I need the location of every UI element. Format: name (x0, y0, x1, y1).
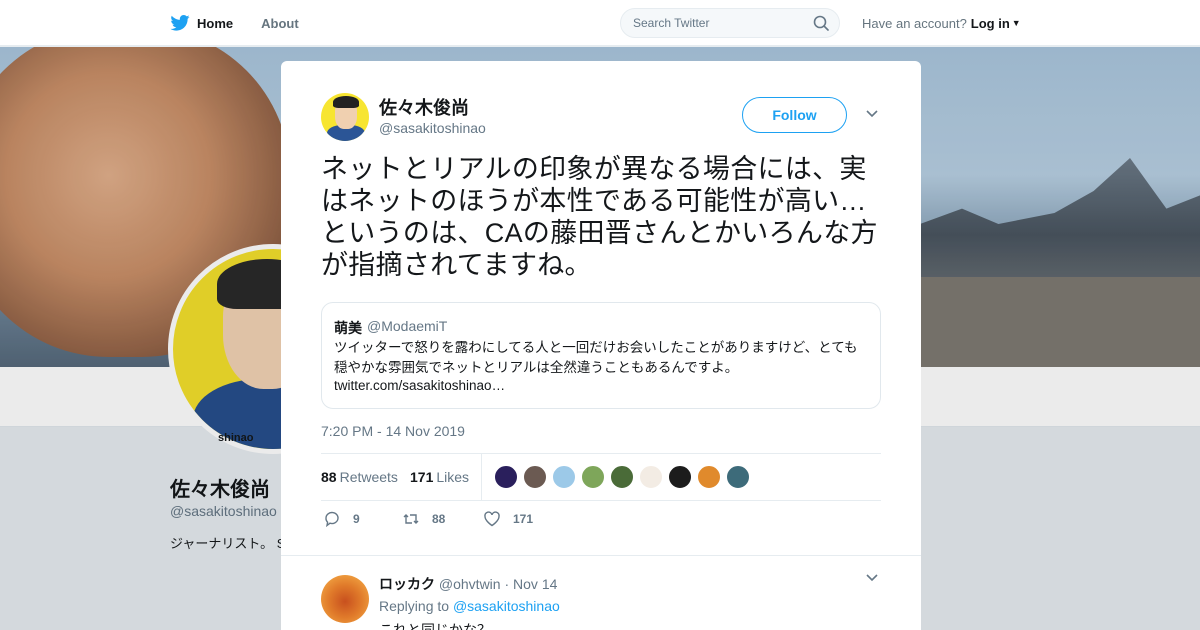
likes-stat[interactable]: 171 Likes (410, 469, 469, 485)
tweet-actions: 9 88 171 (321, 510, 721, 534)
liker-avatar[interactable] (726, 465, 750, 489)
reply-header: ロッカク @ohvtwin · Nov 14 (379, 574, 557, 594)
reply-author-avatar[interactable] (321, 575, 369, 623)
chevron-down-icon[interactable] (865, 108, 879, 120)
liker-avatar[interactable] (523, 465, 547, 489)
liker-avatar[interactable] (552, 465, 576, 489)
replying-to: Replying to @sasakitoshinao (379, 598, 560, 614)
reply-separator: · (504, 576, 510, 592)
retweets-stat[interactable]: 88 Retweets (321, 469, 398, 485)
tweet-timestamp[interactable]: 7:20 PM - 14 Nov 2019 (321, 423, 465, 439)
tweet-text: ネットとリアルの印象が異なる場合には、実はネットのほうが本性である可能性が高い…… (321, 154, 878, 280)
caret-down-icon[interactable]: ▼ (1012, 18, 1021, 28)
reply-date[interactable]: Nov 14 (513, 576, 557, 592)
top-navigation: Home About Have an account? Log in ▼ (0, 0, 1200, 46)
likes-count: 171 (410, 469, 434, 485)
liker-avatar[interactable] (668, 465, 692, 489)
account-prompt: Have an account? (862, 15, 967, 31)
like-action[interactable]: 171 (483, 510, 533, 528)
liker-avatar[interactable] (697, 465, 721, 489)
nav-home-label: Home (197, 15, 234, 31)
liker-avatar[interactable] (610, 465, 634, 489)
liker-avatar[interactable] (581, 465, 605, 489)
liker-avatar[interactable] (639, 465, 663, 489)
account-area: Have an account? Log in ▼ (862, 0, 1021, 46)
nav-left: Home About (170, 0, 327, 46)
search-box (620, 8, 840, 38)
quote-author-handle: @ModaemiT (367, 318, 448, 334)
nav-about-label: About (261, 15, 299, 31)
quote-text: ツイッターで怒りを露わにしてる人と一回だけお会いしたことがありますけど、とても穏… (334, 340, 858, 375)
close-icon[interactable] (1152, 10, 1180, 38)
search-input[interactable] (621, 9, 801, 37)
retweet-icon (403, 514, 419, 524)
tweet-modal: 佐々木俊尚 @sasakitoshinao Follow ネットとリアルの印象が… (281, 61, 921, 630)
search-icon[interactable] (813, 15, 829, 31)
nav-home-link[interactable]: Home (170, 15, 233, 31)
chevron-down-icon[interactable] (865, 572, 879, 584)
author-name[interactable]: 佐々木俊尚 (379, 94, 469, 120)
likes-label: Likes (436, 469, 470, 485)
twitter-bird-icon (170, 15, 190, 31)
tweet-stats: 88 Retweets 171 Likes (321, 453, 881, 501)
retweets-label: Retweets (339, 469, 398, 485)
nav-about-link[interactable]: About (261, 16, 299, 31)
follow-button[interactable]: Follow (742, 97, 847, 133)
reply-author-handle[interactable]: @ohvtwin (439, 576, 501, 592)
retweet-action[interactable]: 88 (402, 510, 445, 528)
author-handle[interactable]: @sasakitoshinao (379, 120, 486, 136)
author-avatar-hair (333, 96, 359, 108)
retweet-count: 88 (432, 512, 446, 526)
reply-icon (325, 511, 339, 528)
stats-divider (481, 454, 482, 500)
quoted-tweet[interactable]: 萌美 @ModaemiT ツイッターで怒りを露わにしてる人と一回だけお会いしたこ… (321, 302, 881, 409)
author-avatar[interactable] (321, 93, 369, 141)
reply-text: これと同じかな？ (379, 622, 491, 630)
retweets-count: 88 (321, 469, 337, 485)
reply-count: 9 (353, 512, 360, 526)
reply-tweet[interactable]: ロッカク @ohvtwin · Nov 14 Replying to @sasa… (281, 555, 921, 630)
heart-icon (484, 511, 500, 527)
reply-author-name[interactable]: ロッカク (379, 576, 435, 592)
replying-to-label: Replying to (379, 598, 450, 614)
like-count: 171 (513, 512, 534, 526)
quote-author-name: 萌美 (334, 320, 362, 336)
likers-avatars (494, 465, 755, 489)
login-link[interactable]: Log in (971, 16, 1010, 31)
liker-avatar[interactable] (494, 465, 518, 489)
reply-action[interactable]: 9 (323, 510, 360, 528)
replying-to-handle[interactable]: @sasakitoshinao (453, 598, 560, 614)
quote-link[interactable]: twitter.com/sasakitoshinao… (334, 378, 505, 393)
